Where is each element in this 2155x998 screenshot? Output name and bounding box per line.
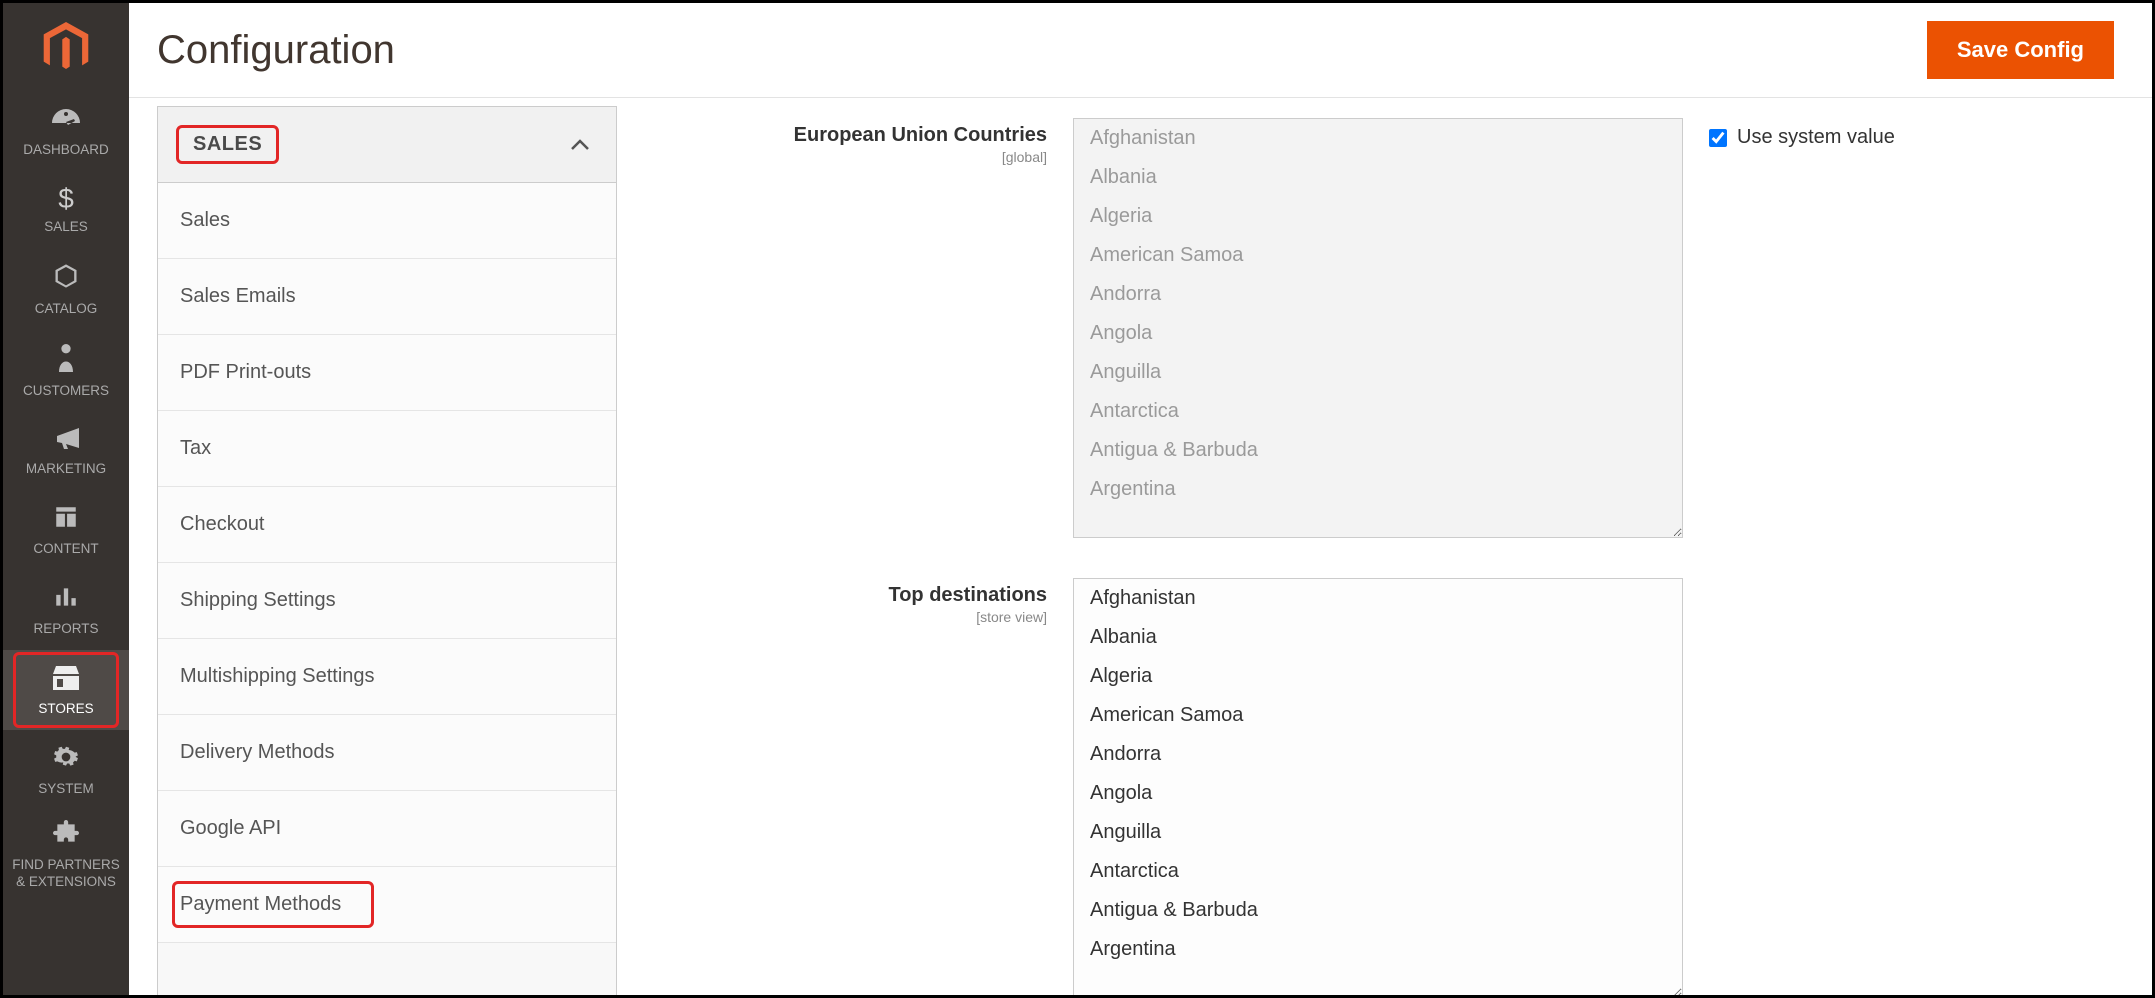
config-sidebar: SALES Sales Sales Emails PDF Print-outs … (157, 106, 617, 995)
use-system-value-checkbox[interactable] (1709, 129, 1727, 147)
country-option[interactable]: Afghanistan (1074, 579, 1682, 618)
field-scope: [global] (657, 149, 1047, 165)
nav-catalog[interactable]: CATALOG (3, 248, 129, 330)
config-item-payment-methods[interactable]: Payment Methods (158, 867, 616, 943)
field-eu-countries: European Union Countries [global] Afghan… (657, 118, 2122, 538)
config-item-multishipping[interactable]: Multishipping Settings (158, 639, 616, 715)
chevron-up-icon (570, 132, 590, 158)
config-item-pdf[interactable]: PDF Print-outs (158, 335, 616, 411)
megaphone-icon (51, 426, 81, 455)
nav-reports[interactable]: REPORTS (3, 570, 129, 650)
config-item-label: Payment Methods (180, 893, 341, 915)
nav-partners[interactable]: FIND PARTNERS & EXTENSIONS (3, 810, 129, 901)
nav-label: CONTENT (33, 541, 98, 556)
content-row: SALES Sales Sales Emails PDF Print-outs … (129, 98, 2152, 995)
config-item-label: Google API (180, 817, 281, 839)
store-icon (51, 664, 81, 695)
nav-label: CATALOG (35, 301, 98, 316)
country-option: Antigua & Barbuda (1074, 431, 1682, 470)
layout-icon (53, 504, 79, 535)
config-item-tax[interactable]: Tax (158, 411, 616, 487)
country-option[interactable]: Albania (1074, 618, 1682, 657)
nav-label: MARKETING (26, 461, 106, 476)
gear-icon (53, 744, 79, 775)
country-option[interactable]: Antarctica (1074, 852, 1682, 891)
magento-logo[interactable] (3, 3, 129, 93)
dashboard-icon (51, 107, 81, 136)
country-option: Angola (1074, 314, 1682, 353)
config-item-delivery-methods[interactable]: Delivery Methods (158, 715, 616, 791)
field-scope: [store view] (657, 609, 1047, 625)
config-item-label: Delivery Methods (180, 741, 335, 763)
country-option: American Samoa (1074, 236, 1682, 275)
field-label-block: European Union Countries [global] (657, 118, 1047, 165)
nav-label: CUSTOMERS (23, 383, 109, 398)
config-item-checkout[interactable]: Checkout (158, 487, 616, 563)
use-system-value-label: Use system value (1737, 126, 1895, 149)
nav-sales[interactable]: $ SALES (3, 171, 129, 248)
config-item-label: Multishipping Settings (180, 665, 375, 687)
bars-icon (53, 584, 79, 615)
country-option[interactable]: Angola (1074, 774, 1682, 813)
nav-customers[interactable]: CUSTOMERS (3, 330, 129, 412)
config-item-shipping-settings[interactable]: Shipping Settings (158, 563, 616, 639)
admin-nav: DASHBOARD $ SALES CATALOG CUSTOMERS MARK… (3, 3, 129, 995)
country-option: Anguilla (1074, 353, 1682, 392)
config-item-label: Sales Emails (180, 285, 296, 307)
country-option: Argentina (1074, 470, 1682, 509)
main-area: Configuration Save Config SALES Sales Sa… (129, 3, 2152, 995)
config-item-google-api[interactable]: Google API (158, 791, 616, 867)
country-option[interactable]: Argentina (1074, 930, 1682, 969)
country-option: Antarctica (1074, 392, 1682, 431)
config-section-sales[interactable]: SALES (158, 107, 616, 183)
magento-logo-icon (40, 22, 92, 74)
person-icon (55, 344, 77, 377)
nav-label: DASHBOARD (23, 142, 109, 157)
country-option: Andorra (1074, 275, 1682, 314)
country-option[interactable]: Anguilla (1074, 813, 1682, 852)
nav-label: FIND PARTNERS & EXTENSIONS (7, 857, 125, 891)
config-item-label: Tax (180, 437, 211, 459)
field-label: Top destinations (888, 584, 1047, 606)
config-item-label: Shipping Settings (180, 589, 336, 611)
country-option: Afghanistan (1074, 119, 1682, 158)
field-label-block: Top destinations [store view] (657, 578, 1047, 625)
config-item-sales[interactable]: Sales (158, 183, 616, 259)
config-form: European Union Countries [global] Afghan… (617, 98, 2152, 995)
save-config-button[interactable]: Save Config (1927, 21, 2114, 79)
config-item-label: PDF Print-outs (180, 361, 311, 383)
page-header: Configuration Save Config (129, 3, 2152, 98)
nav-label: STORES (38, 701, 93, 716)
country-option: Albania (1074, 158, 1682, 197)
nav-dashboard[interactable]: DASHBOARD (3, 93, 129, 171)
page-title: Configuration (157, 28, 395, 73)
country-option[interactable]: American Samoa (1074, 696, 1682, 735)
country-option: Algeria (1074, 197, 1682, 236)
field-top-destinations: Top destinations [store view] Afghanista… (657, 578, 2122, 995)
use-system-value-wrap[interactable]: Use system value (1709, 118, 1895, 149)
nav-system[interactable]: SYSTEM (3, 730, 129, 810)
dollar-icon: $ (58, 185, 74, 213)
country-option[interactable]: Algeria (1074, 657, 1682, 696)
config-item-label: Checkout (180, 513, 265, 535)
eu-countries-multiselect: AfghanistanAlbaniaAlgeriaAmerican SamoaA… (1073, 118, 1683, 538)
config-item-label: Sales (180, 209, 230, 231)
config-item-sales-emails[interactable]: Sales Emails (158, 259, 616, 335)
nav-label: SYSTEM (38, 781, 94, 796)
top-destinations-multiselect[interactable]: AfghanistanAlbaniaAlgeriaAmerican SamoaA… (1073, 578, 1683, 995)
app-root: DASHBOARD $ SALES CATALOG CUSTOMERS MARK… (0, 0, 2155, 998)
country-option[interactable]: Antigua & Barbuda (1074, 891, 1682, 930)
puzzle-icon (53, 820, 79, 851)
nav-label: REPORTS (33, 621, 98, 636)
nav-stores[interactable]: STORES (3, 650, 129, 730)
country-option[interactable]: Andorra (1074, 735, 1682, 774)
box-icon (52, 262, 80, 295)
nav-label: SALES (44, 219, 88, 234)
config-section-title: SALES (176, 125, 279, 164)
field-label: European Union Countries (794, 124, 1047, 146)
nav-content[interactable]: CONTENT (3, 490, 129, 570)
nav-marketing[interactable]: MARKETING (3, 412, 129, 490)
